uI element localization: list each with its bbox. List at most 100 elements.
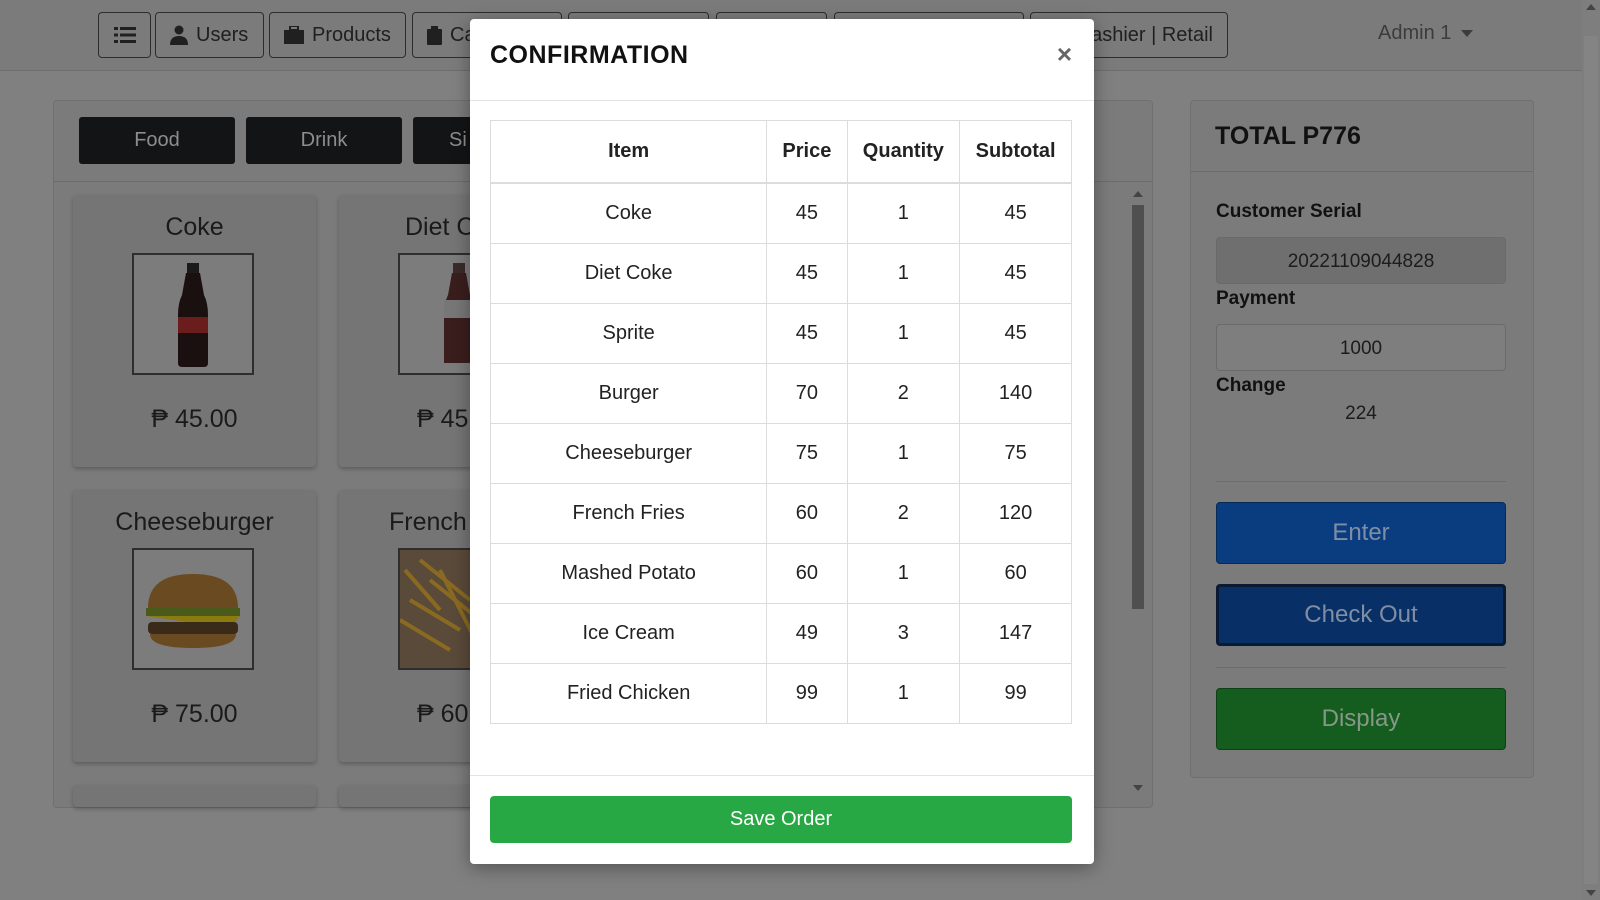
product-image-cheeseburger [132, 548, 254, 670]
table-row: Diet Coke 45 1 45 [489, 243, 1072, 304]
column-header-subtotal: Subtotal [959, 120, 1072, 184]
table-row: Cheeseburger 75 1 75 [489, 423, 1072, 484]
product-price: ₱ 45.00 [151, 405, 238, 433]
quantity-cell: 2 [846, 363, 961, 424]
product-name: Coke [165, 213, 224, 241]
display-button[interactable]: Display [1216, 688, 1506, 750]
product-price: ₱ 75.00 [151, 700, 238, 728]
product-card-partial[interactable] [73, 785, 316, 807]
caret-down-icon [1461, 30, 1474, 37]
price-cell: 49 [766, 603, 848, 664]
column-header-quantity: Quantity [846, 120, 961, 184]
list-icon [113, 27, 136, 43]
subtotal-cell: 60 [959, 543, 1072, 604]
table-row: Coke 45 1 45 [489, 182, 1072, 244]
subtotal-cell: 99 [959, 663, 1072, 724]
customer-serial-field[interactable]: 20221109044828 [1216, 237, 1506, 284]
save-order-button[interactable]: Save Order [490, 796, 1072, 843]
item-cell: French Fries [489, 483, 768, 544]
subtotal-cell: 75 [959, 423, 1072, 484]
item-cell: Sprite [489, 303, 768, 364]
quantity-cell: 1 [846, 543, 961, 604]
quantity-cell: 1 [846, 182, 961, 244]
order-table: Item Price Quantity Subtotal Coke 45 1 45 Di… [489, 120, 1072, 724]
products-scroll-thumb[interactable] [1132, 205, 1144, 609]
menu-button[interactable] [98, 12, 151, 58]
subtotal-cell: 140 [959, 363, 1072, 424]
item-cell: Burger [489, 363, 768, 424]
subtotal-cell: 147 [959, 603, 1072, 664]
scroll-up-icon[interactable] [1133, 191, 1143, 197]
product-name: Cheeseburger [115, 508, 274, 536]
clipboard-icon [427, 25, 442, 45]
category-drink-button[interactable]: Drink [246, 117, 402, 164]
price-cell: 60 [766, 543, 848, 604]
product-image-french-fries [398, 548, 478, 670]
column-header-price: Price [766, 120, 848, 184]
scroll-down-icon[interactable] [1133, 785, 1143, 791]
item-cell: Diet Coke [489, 243, 768, 304]
table-row: Ice Cream 49 3 147 [489, 603, 1072, 664]
product-card-cheeseburger[interactable]: Cheeseburger ₱ 75.00 [73, 490, 316, 762]
table-row: Mashed Potato 60 1 60 [489, 543, 1072, 604]
product-card-partial[interactable] [339, 785, 479, 807]
products-nav-label: Products [312, 23, 391, 46]
scroll-up-icon[interactable] [1586, 4, 1596, 10]
price-cell: 75 [766, 423, 848, 484]
price-cell: 45 [766, 182, 848, 244]
item-cell: Mashed Potato [489, 543, 768, 604]
subtotal-cell: 45 [959, 182, 1072, 244]
quantity-cell: 1 [846, 423, 961, 484]
enter-button[interactable]: Enter [1216, 502, 1506, 564]
item-cell: Cheeseburger [489, 423, 768, 484]
quantity-cell: 1 [846, 243, 961, 304]
user-icon [170, 25, 188, 45]
products-scrollbar[interactable] [1129, 187, 1146, 795]
box-icon [284, 26, 304, 44]
payment-label: Payment [1216, 288, 1296, 309]
item-cell: Coke [489, 182, 768, 244]
change-label: Change [1216, 375, 1286, 396]
product-card-french-fries[interactable]: French ₱ 60 [339, 490, 479, 762]
table-row: French Fries 60 2 120 [489, 483, 1072, 544]
products-nav-button[interactable]: Products [269, 12, 406, 58]
price-cell: 45 [766, 243, 848, 304]
change-value: 224 [1345, 403, 1377, 424]
column-header-item: Item [489, 120, 768, 184]
subtotal-cell: 45 [959, 243, 1072, 304]
subtotal-cell: 120 [959, 483, 1072, 544]
check-out-button[interactable]: Check Out [1216, 584, 1506, 646]
divider [1216, 481, 1506, 482]
users-nav-button[interactable]: Users [155, 12, 264, 58]
table-row: Burger 70 2 140 [489, 363, 1072, 424]
subtotal-cell: 45 [959, 303, 1072, 364]
page-scroll-thumb[interactable] [1584, 36, 1598, 884]
modal-title: CONFIRMATION [490, 41, 689, 69]
divider [1216, 667, 1506, 668]
customer-serial-label: Customer Serial [1216, 201, 1362, 222]
quantity-cell: 1 [846, 303, 961, 364]
close-icon[interactable]: × [1057, 39, 1072, 70]
product-card-coke[interactable]: Coke ₱ 45.00 [73, 195, 316, 467]
price-cell: 60 [766, 483, 848, 544]
price-cell: 99 [766, 663, 848, 724]
price-cell: 45 [766, 303, 848, 364]
item-cell: Fried Chicken [489, 663, 768, 724]
product-image-diet-coke-bottle [398, 253, 478, 375]
page-scrollbar[interactable] [1582, 0, 1600, 900]
product-card-diet-coke[interactable]: Diet C ₱ 45 [339, 195, 479, 467]
admin-dropdown[interactable]: Admin 1 [1378, 22, 1474, 45]
price-cell: 70 [766, 363, 848, 424]
quantity-cell: 3 [846, 603, 961, 664]
item-cell: Ice Cream [489, 603, 768, 664]
quantity-cell: 2 [846, 483, 961, 544]
category-food-button[interactable]: Food [79, 117, 235, 164]
product-image-coke-bottle [132, 253, 254, 375]
modal-footer: Save Order [470, 775, 1094, 865]
table-row: Fried Chicken 99 1 99 [489, 663, 1072, 724]
payment-field[interactable]: 1000 [1216, 324, 1506, 371]
modal-header: CONFIRMATION × [470, 19, 1094, 101]
quantity-cell: 1 [846, 663, 961, 724]
admin-label: Admin 1 [1378, 22, 1452, 44]
scroll-down-icon[interactable] [1586, 890, 1596, 896]
